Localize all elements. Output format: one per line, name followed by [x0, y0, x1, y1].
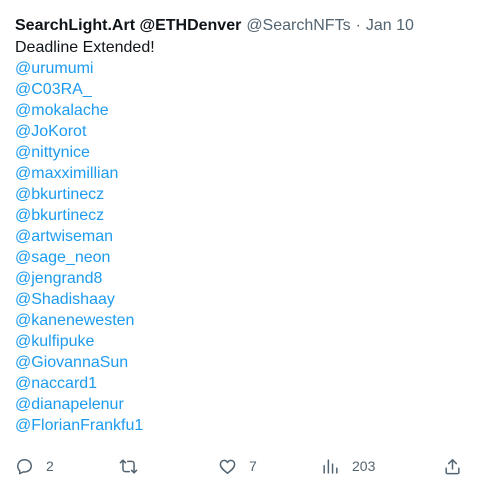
mention-link[interactable]: @nittynice [15, 144, 90, 161]
tweet-header: SearchLight.Art @ETHDenver @SearchNFTs ·… [15, 16, 490, 36]
views-icon [323, 458, 338, 474]
reply-icon [17, 458, 32, 474]
tweet-body: Deadline Extended! @urumumi @C03RA_ @mok… [15, 37, 490, 436]
tweet: SearchLight.Art @ETHDenver @SearchNFTs ·… [15, 16, 490, 436]
views-count: 203 [352, 458, 376, 474]
mention-link[interactable]: @artwiseman [15, 228, 113, 245]
retweet-button[interactable] [119, 452, 150, 480]
share-icon [445, 458, 460, 474]
tweet-text: Deadline Extended! [15, 39, 155, 56]
header-separator: · [355, 17, 361, 34]
like-count: 7 [249, 458, 257, 474]
mention-link[interactable]: @jengrand8 [15, 270, 102, 287]
tweet-date[interactable]: Jan 10 [366, 16, 414, 36]
share-button[interactable] [443, 452, 462, 480]
mention-link[interactable]: @dianapelenur [15, 396, 124, 413]
mention-link[interactable]: @kanenewesten [15, 312, 134, 329]
views-button[interactable]: 203 [321, 452, 375, 480]
mention-link[interactable]: @FlorianFrankfu1 [15, 417, 143, 434]
mention-link[interactable]: @GiovannaSun [15, 354, 128, 371]
like-button[interactable]: 7 [218, 452, 257, 480]
mention-link[interactable]: @kulfipuke [15, 333, 94, 350]
author-handle[interactable]: @SearchNFTs [246, 16, 350, 36]
mention-link[interactable]: @urumumi [15, 60, 93, 77]
reply-button[interactable]: 2 [15, 452, 54, 480]
author-name[interactable]: SearchLight.Art @ETHDenver [15, 16, 241, 36]
mention-link[interactable]: @Shadishaay [15, 291, 115, 308]
mention-link[interactable]: @maxximillian [15, 165, 118, 182]
like-icon [219, 459, 236, 474]
mention-link[interactable]: @bkurtinecz [15, 186, 104, 203]
mention-link[interactable]: @sage_neon [15, 249, 110, 266]
tweet-actions: 2 7 203 [15, 452, 470, 480]
retweet-icon [119, 458, 138, 474]
mention-link[interactable]: @C03RA_ [15, 81, 92, 98]
mention-link[interactable]: @bkurtinecz [15, 207, 104, 224]
mention-link[interactable]: @JoKorot [15, 123, 86, 140]
reply-count: 2 [46, 458, 54, 474]
mention-link[interactable]: @mokalache [15, 102, 109, 119]
mention-link[interactable]: @naccard1 [15, 375, 97, 392]
